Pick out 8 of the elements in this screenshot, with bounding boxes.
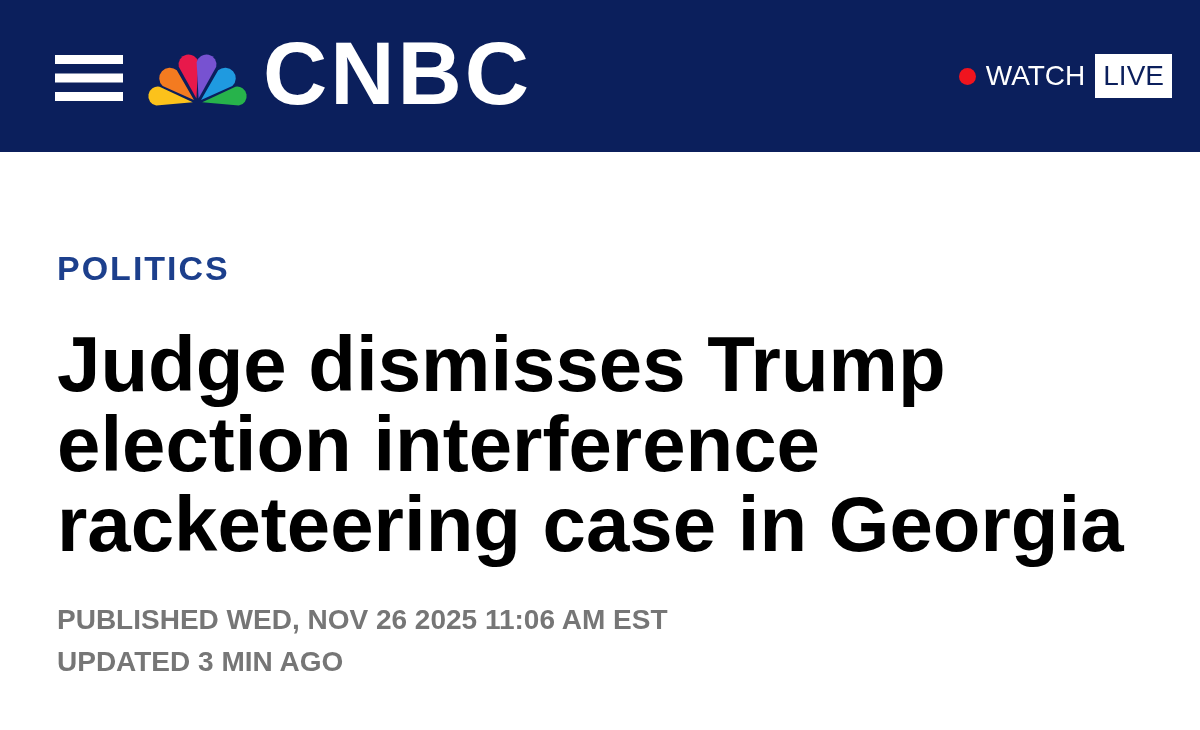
live-badge[interactable]: LIVE [1095, 54, 1172, 98]
logo-link[interactable]: CNBC [138, 28, 533, 118]
updated-time: UPDATED 3 MIN AGO [57, 645, 345, 679]
published-date: PUBLISHED WED, NOV 26 2025 11:06 AM EST [57, 603, 669, 637]
section-label[interactable]: POLITICS [57, 251, 1200, 285]
watch-live-link[interactable]: WATCH [958, 62, 1086, 90]
live-dot-icon [958, 67, 976, 85]
menu-icon[interactable] [55, 55, 123, 101]
